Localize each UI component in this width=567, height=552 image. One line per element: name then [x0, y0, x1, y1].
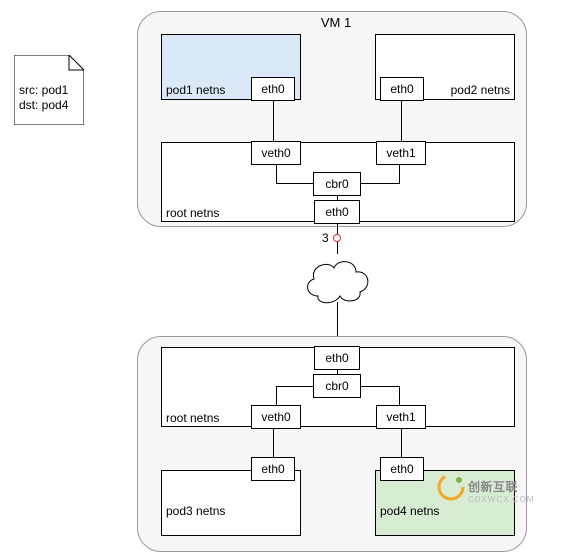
vm1-cbr0: cbr0 [313, 172, 361, 196]
watermark-icon [436, 472, 466, 505]
line [399, 164, 400, 183]
vm1-title: VM 1 [316, 15, 356, 30]
watermark-text: 创新互联 CDXWCX.COM [468, 478, 534, 504]
packet-dst: dst: pod4 [19, 98, 68, 112]
line [273, 428, 274, 457]
watermark-url: CDXWCX.COM [468, 495, 534, 504]
vm1-root-label: root netns [166, 206, 219, 220]
vm1-pod2-eth0: eth0 [380, 77, 424, 101]
packet-src: src: pod1 [19, 83, 68, 97]
vm1-root-eth0: eth0 [314, 200, 360, 224]
line [361, 386, 400, 387]
vm2-cbr0: cbr0 [313, 374, 361, 398]
line [401, 100, 402, 141]
line [337, 195, 338, 200]
vm2-veth0: veth0 [251, 405, 301, 429]
vm1-pod1-label: pod1 netns [166, 83, 225, 97]
vm2-pod3-label: pod3 netns [166, 504, 225, 518]
line [337, 369, 338, 374]
marker-3-dot [333, 234, 341, 242]
vm2-pod4-label: pod4 netns [380, 504, 439, 518]
line [399, 386, 400, 405]
line [276, 164, 277, 183]
watermark-brand: 创新互联 [468, 480, 518, 494]
vm2-veth1: veth1 [376, 405, 426, 429]
vm2-pod3-eth0: eth0 [251, 457, 295, 481]
vm2-root-eth0: eth0 [314, 346, 360, 370]
line [276, 183, 313, 184]
vm1-veth0: veth0 [251, 141, 301, 165]
vm1-veth1: veth1 [376, 141, 426, 165]
vm1-pod1-eth0: eth0 [251, 77, 295, 101]
vm2-root-label: root netns [166, 411, 219, 425]
line [401, 428, 402, 457]
line [361, 183, 400, 184]
line [276, 386, 313, 387]
vm2-pod4-eth0: eth0 [380, 457, 424, 481]
line [273, 100, 274, 141]
packet-note: src: pod1 dst: pod4 [14, 55, 84, 125]
vm1-pod2-label: pod2 netns [451, 83, 510, 97]
cloud-icon [300, 252, 374, 304]
line [276, 386, 277, 405]
marker-3-label: 3 [322, 231, 329, 245]
